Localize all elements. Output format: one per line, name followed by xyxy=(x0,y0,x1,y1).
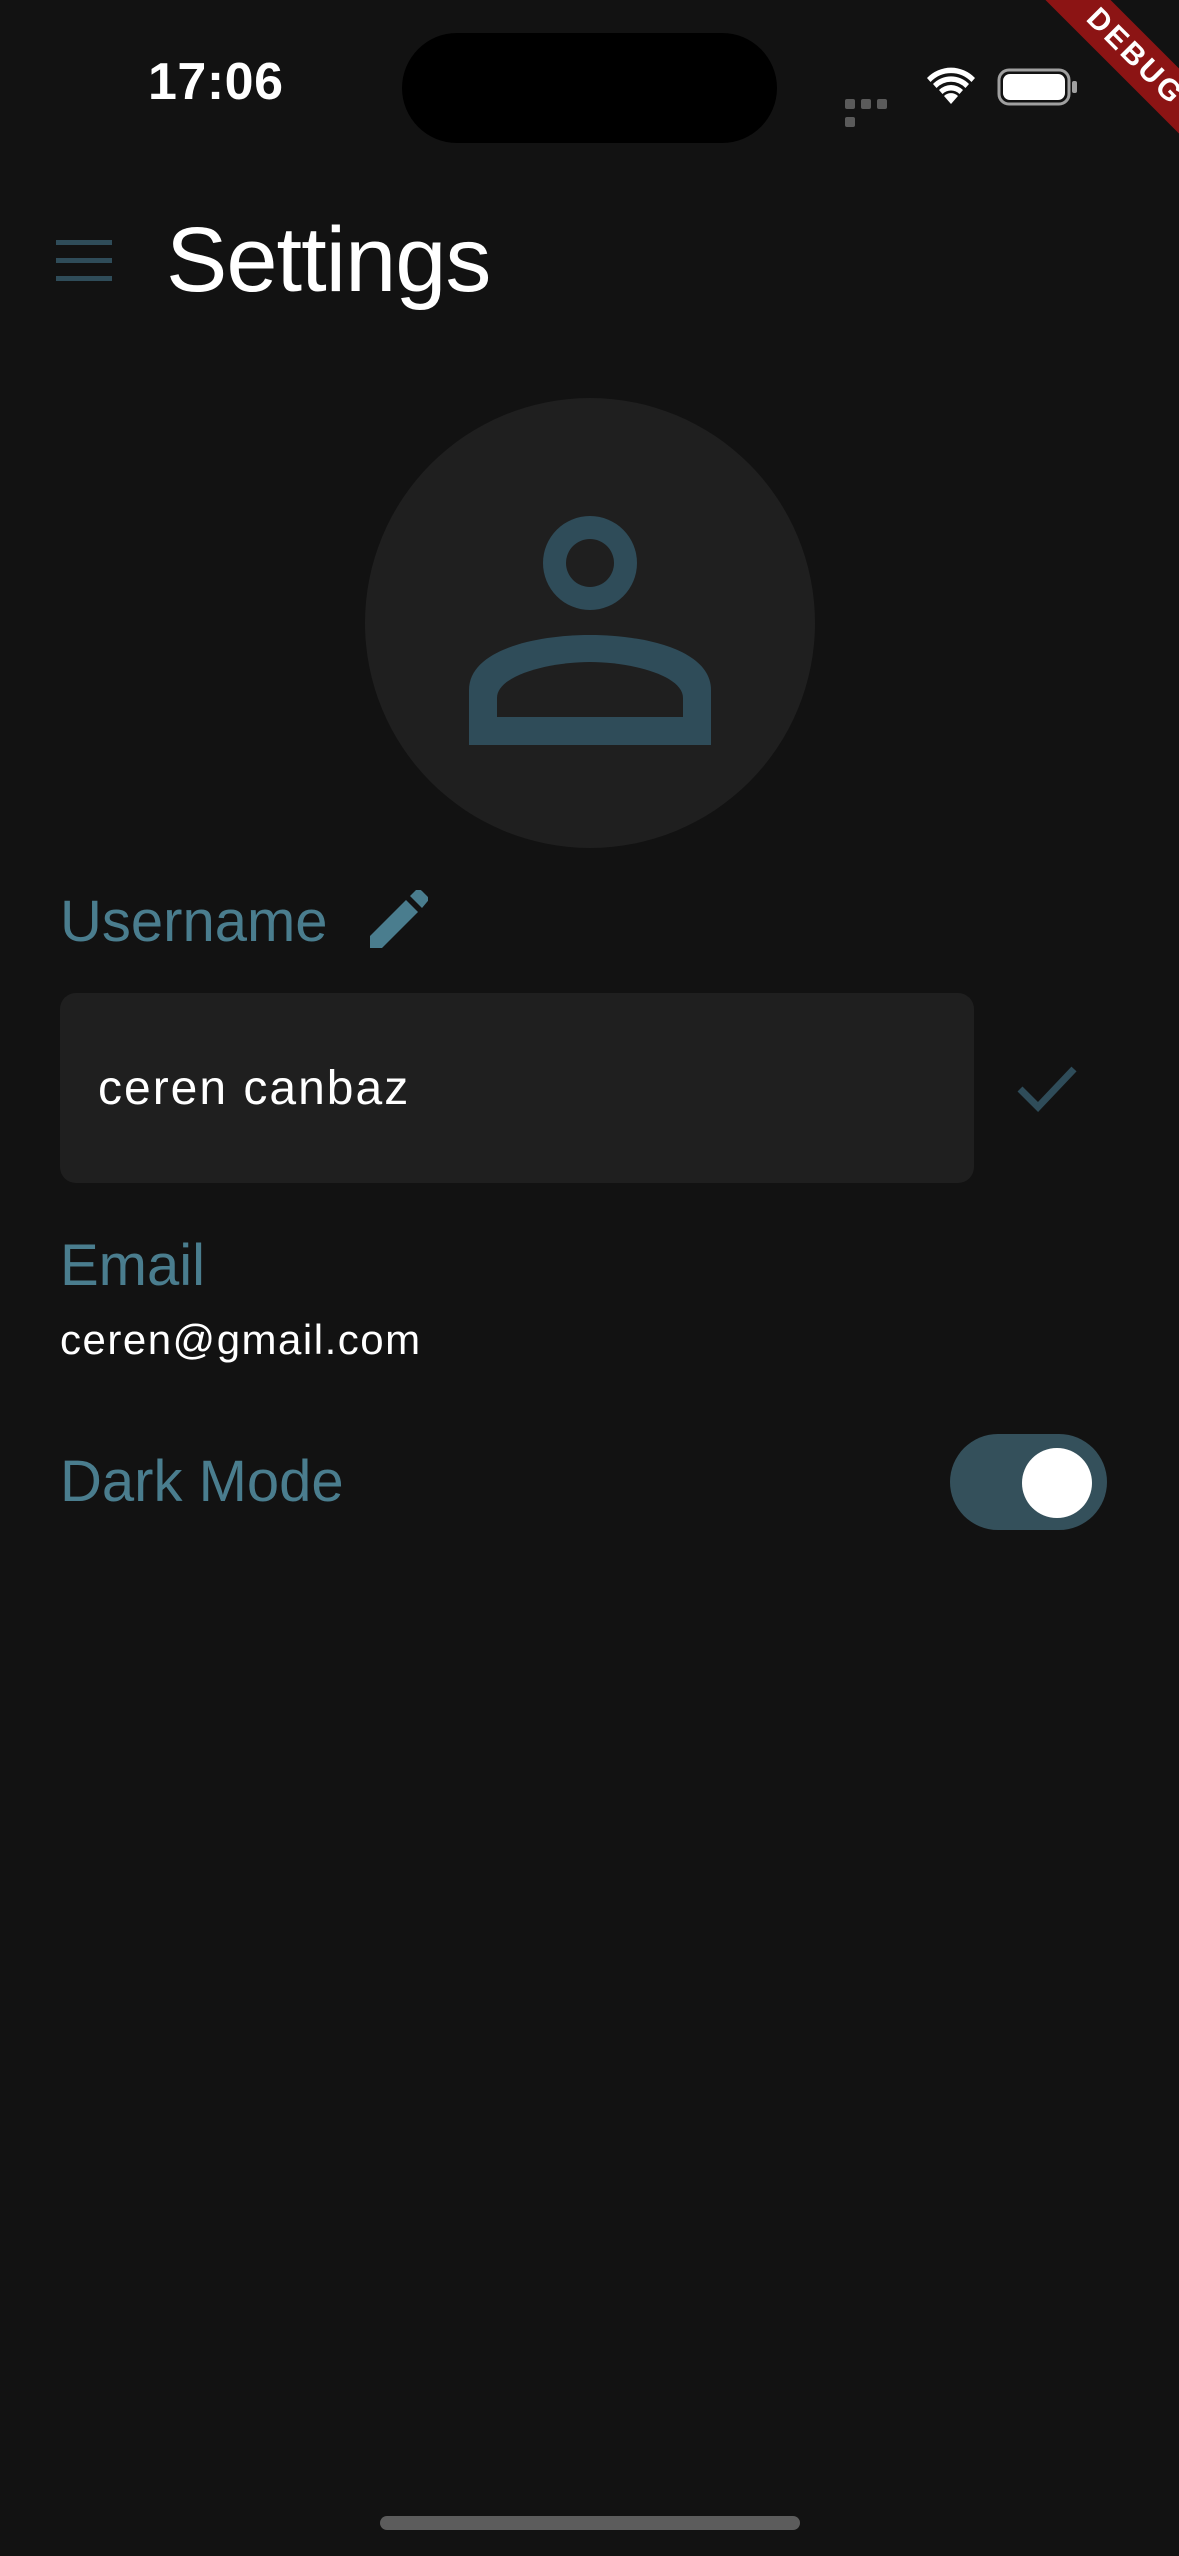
email-value: ceren@gmail.com xyxy=(60,1316,422,1363)
email-label: Email xyxy=(60,1233,206,1298)
wifi-icon xyxy=(927,67,975,104)
username-label: Username xyxy=(60,889,328,954)
dark-mode-label: Dark Mode xyxy=(60,1449,344,1514)
pencil-icon[interactable] xyxy=(368,890,428,950)
person-outline-icon xyxy=(469,516,711,745)
hamburger-menu-icon[interactable] xyxy=(56,240,112,282)
battery-icon xyxy=(997,68,1077,106)
check-icon[interactable] xyxy=(1016,1063,1078,1113)
status-time: 17:06 xyxy=(148,53,284,111)
username-field[interactable] xyxy=(60,993,974,1183)
username-input[interactable] xyxy=(98,1060,936,1116)
cellular-signal-icon xyxy=(845,96,903,127)
home-indicator[interactable] xyxy=(380,2516,800,2530)
dark-mode-toggle-knob[interactable] xyxy=(1022,1448,1092,1518)
dynamic-island xyxy=(402,33,777,143)
page-title: Settings xyxy=(166,209,491,311)
